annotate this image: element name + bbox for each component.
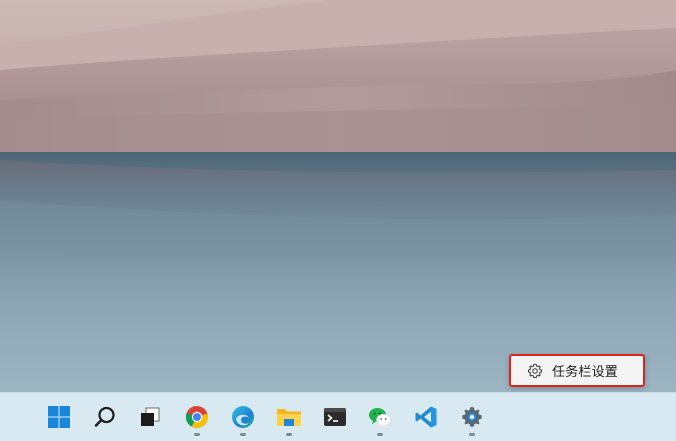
start-button[interactable]: [42, 400, 76, 434]
wechat-icon: [368, 405, 392, 429]
search-button[interactable]: [88, 400, 122, 434]
chrome-taskbar-app[interactable]: [180, 400, 214, 436]
vscode-taskbar-app[interactable]: [409, 400, 443, 434]
search-icon: [93, 405, 117, 429]
taskbar-settings-menu-item[interactable]: 任务栏设置: [513, 358, 641, 383]
taskbar-context-menu: 任务栏设置: [509, 354, 645, 387]
taskbar: [0, 392, 676, 441]
running-indicator: [469, 433, 475, 436]
task-view-icon: [138, 405, 162, 429]
edge-taskbar-app[interactable]: [226, 400, 260, 436]
edge-icon: [231, 405, 255, 429]
folder-icon: [276, 405, 302, 429]
desktop-wallpaper: [0, 0, 676, 392]
running-indicator: [377, 433, 383, 436]
menu-item-label: 任务栏设置: [552, 365, 619, 380]
terminal-taskbar-app[interactable]: [318, 400, 352, 434]
terminal-icon: [323, 405, 347, 429]
file-explorer-taskbar-app[interactable]: [272, 400, 306, 436]
wechat-taskbar-app[interactable]: [363, 400, 397, 436]
gear-icon: [527, 363, 543, 379]
vscode-icon: [414, 405, 438, 429]
running-indicator: [286, 433, 292, 436]
windows-logo-icon: [47, 405, 71, 429]
task-view-button[interactable]: [133, 400, 167, 434]
running-indicator: [194, 433, 200, 436]
settings-taskbar-app[interactable]: [455, 400, 489, 436]
gear-icon: [460, 405, 484, 429]
chrome-icon: [185, 405, 209, 429]
running-indicator: [240, 433, 246, 436]
